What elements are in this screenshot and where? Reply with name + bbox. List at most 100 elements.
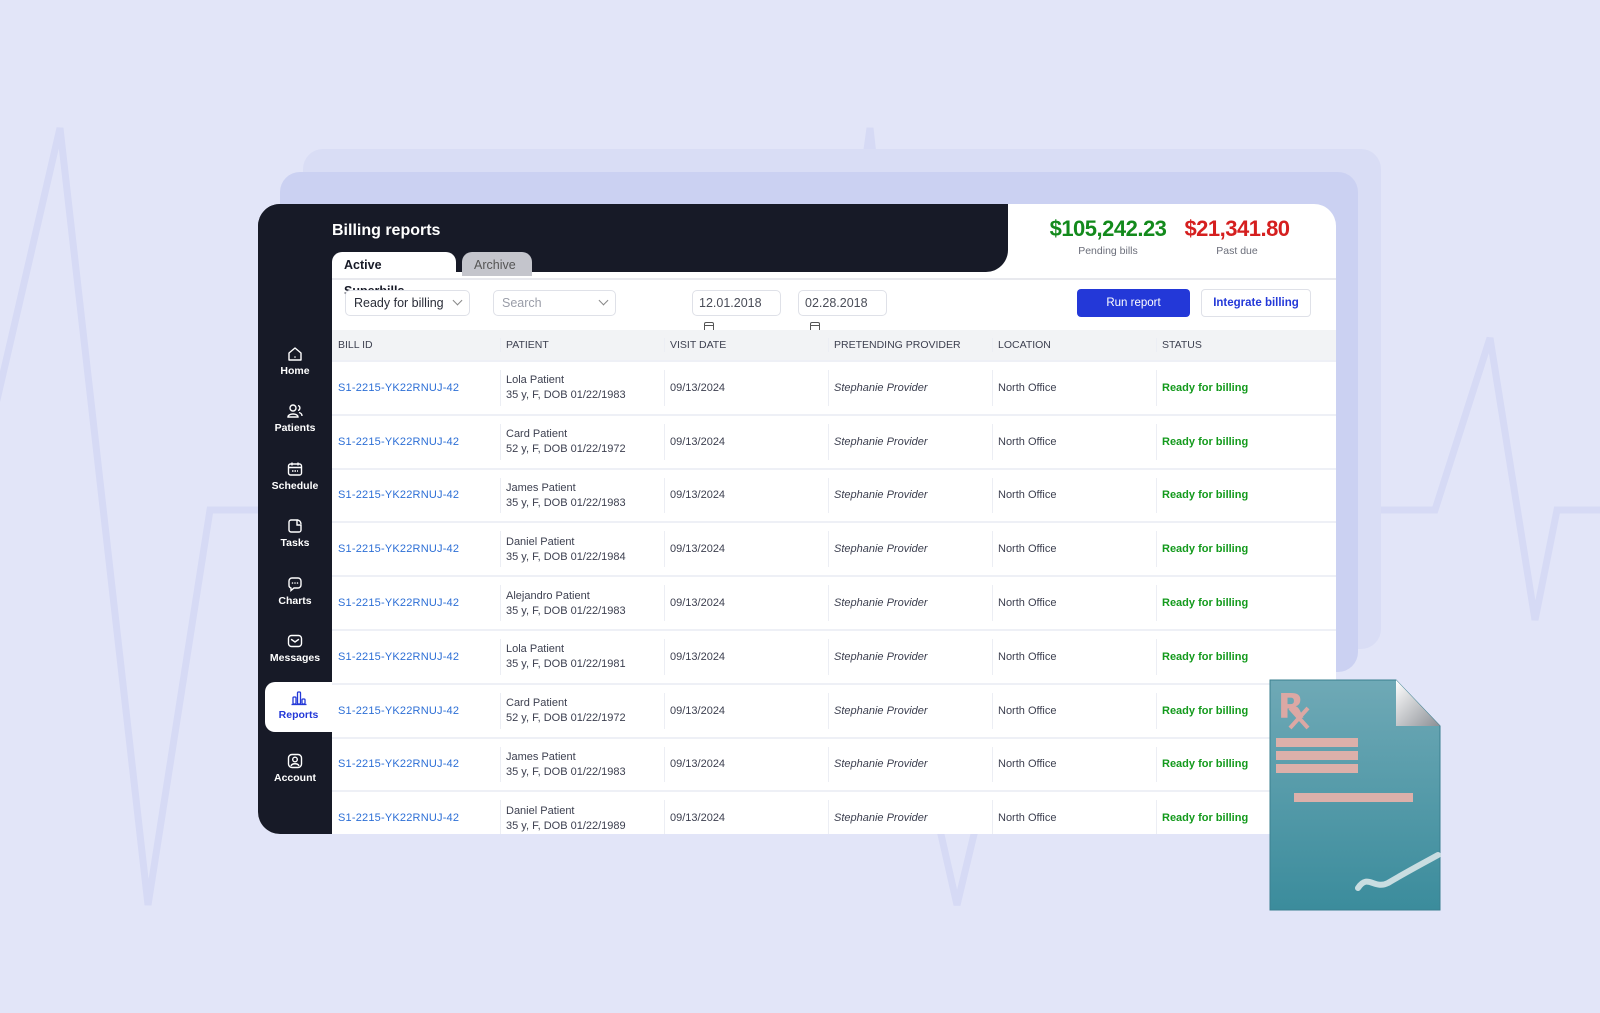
chat-icon <box>288 577 302 592</box>
sidebar-item-reports[interactable]: Reports <box>265 682 332 732</box>
search-select[interactable]: Search <box>493 290 616 316</box>
cell-bill-id: S1-2215-YK22RNUJ-42 <box>332 792 500 834</box>
cell-status: Ready for billing <box>1156 362 1336 414</box>
bill-id-link[interactable]: S1-2215-YK22RNUJ-42 <box>338 705 500 717</box>
sidebar-item-label: Schedule <box>271 480 319 492</box>
status-filter-select[interactable]: Ready for billing <box>345 290 470 316</box>
cell-patient: Daniel Patient 35 y, F, DOB 01/22/1989 <box>500 792 664 834</box>
column-header-location[interactable]: LOCATION <box>992 330 1156 360</box>
cell-patient: James Patient 35 y, F, DOB 01/22/1983 <box>500 739 664 791</box>
column-header-status[interactable]: STATUS <box>1156 330 1336 360</box>
cell-patient: Lola Patient 35 y, F, DOB 01/22/1983 <box>500 362 664 414</box>
patient-name: Card Patient <box>506 428 568 441</box>
cell-location: North Office <box>992 685 1156 737</box>
column-header-patient[interactable]: PATIENT <box>500 330 664 360</box>
bill-id-link[interactable]: S1-2215-YK22RNUJ-42 <box>338 436 500 448</box>
cell-patient: Lola Patient 35 y, F, DOB 01/22/1981 <box>500 631 664 683</box>
patient-meta: 35 y, F, DOB 01/22/1983 <box>506 604 626 617</box>
status-badge: Ready for billing <box>1162 597 1249 610</box>
cell-patient: Card Patient 52 y, F, DOB 01/22/1972 <box>500 685 664 737</box>
sidebar-item-home[interactable]: Home <box>258 345 332 401</box>
status-filter-value: Ready for billing <box>354 296 444 310</box>
patient-meta: 35 y, F, DOB 01/22/1984 <box>506 550 626 563</box>
status-badge: Ready for billing <box>1162 381 1249 394</box>
run-report-button[interactable]: Run report <box>1077 289 1190 317</box>
prescription-document-illustration: R <box>1269 679 1441 911</box>
date-from-value: 12.01.2018 <box>699 296 762 310</box>
date-to-input[interactable]: 02.28.2018 <box>798 290 887 332</box>
bill-id-link[interactable]: S1-2215-YK22RNUJ-42 <box>338 651 500 663</box>
cell-location: North Office <box>992 416 1156 468</box>
patient-name: Daniel Patient <box>506 804 575 817</box>
tab-active-superbills[interactable]: Active Superbills <box>332 252 456 298</box>
cell-bill-id: S1-2215-YK22RNUJ-42 <box>332 739 500 791</box>
patient-name: Lola Patient <box>506 374 565 387</box>
status-badge: Ready for billing <box>1162 543 1249 556</box>
patient-name: Alejandro Patient <box>506 589 590 602</box>
search-placeholder: Search <box>502 296 542 310</box>
cell-location: North Office <box>992 631 1156 683</box>
cell-patient: Alejandro Patient 35 y, F, DOB 01/22/198… <box>500 577 664 629</box>
home-icon <box>288 347 302 361</box>
cell-status: Ready for billing <box>1156 631 1336 683</box>
cell-location: North Office <box>992 362 1156 414</box>
table-row[interactable]: S1-2215-YK22RNUJ-42 Lola Patient 35 y, F… <box>332 360 1336 414</box>
table-row[interactable]: S1-2215-YK22RNUJ-42 Lola Patient 35 y, F… <box>332 628 1336 683</box>
sidebar-item-patients[interactable]: Patients <box>258 402 332 458</box>
sidebar-item-label: Account <box>274 772 316 784</box>
sidebar-item-label: Reports <box>278 709 319 721</box>
kpi-pending-bills: $105,242.23 Pending bills <box>1038 216 1178 257</box>
cell-location: North Office <box>992 792 1156 834</box>
table-row[interactable]: S1-2215-YK22RNUJ-42 Daniel Patient 35 y,… <box>332 521 1336 576</box>
cell-provider: Stephanie Provider <box>828 470 992 522</box>
bill-id-link[interactable]: S1-2215-YK22RNUJ-42 <box>338 758 500 770</box>
patient-meta: 35 y, F, DOB 01/22/1983 <box>506 389 626 402</box>
integrate-billing-button[interactable]: Integrate billing <box>1201 289 1311 317</box>
sidebar-item-tasks[interactable]: Tasks <box>258 517 332 573</box>
patient-name: Card Patient <box>506 697 568 710</box>
table-row[interactable]: S1-2215-YK22RNUJ-42 Daniel Patient 35 y,… <box>332 790 1336 834</box>
sidebar-item-schedule[interactable]: Schedule <box>258 460 332 516</box>
patient-name: Lola Patient <box>506 643 565 656</box>
table-row[interactable]: S1-2215-YK22RNUJ-42 Card Patient 52 y, F… <box>332 413 1336 468</box>
billing-app-window: Billing reports Active Superbills Archiv… <box>258 204 1336 834</box>
cell-patient: Card Patient 52 y, F, DOB 01/22/1972 <box>500 416 664 468</box>
patient-name: Daniel Patient <box>506 535 575 548</box>
table-row[interactable]: S1-2215-YK22RNUJ-42 Alejandro Patient 35… <box>332 575 1336 629</box>
sidebar-item-messages[interactable]: Messages <box>258 632 332 688</box>
sidebar-item-charts[interactable]: Charts <box>258 575 332 631</box>
table-body: S1-2215-YK22RNUJ-42 Lola Patient 35 y, F… <box>332 360 1336 834</box>
cell-visit-date: 09/13/2024 <box>664 362 828 414</box>
sidebar-item-label: Tasks <box>280 537 310 549</box>
patient-name: James Patient <box>506 750 576 763</box>
cell-bill-id: S1-2215-YK22RNUJ-42 <box>332 631 500 683</box>
tab-archive[interactable]: Archive <box>462 252 532 276</box>
table-row[interactable]: S1-2215-YK22RNUJ-42 James Patient 35 y, … <box>332 467 1336 522</box>
tasks-icon <box>288 519 302 533</box>
account-icon <box>287 753 303 769</box>
column-header-visit-date[interactable]: VISIT DATE <box>664 330 828 360</box>
date-from-input[interactable]: 12.01.2018 <box>692 290 781 332</box>
cell-visit-date: 09/13/2024 <box>664 523 828 575</box>
chevron-down-icon <box>452 295 463 306</box>
bill-id-link[interactable]: S1-2215-YK22RNUJ-42 <box>338 382 500 394</box>
status-badge: Ready for billing <box>1162 650 1249 663</box>
bill-id-link[interactable]: S1-2215-YK22RNUJ-42 <box>338 489 500 501</box>
kpi-pending-label: Pending bills <box>1078 245 1138 257</box>
column-header-bill-id[interactable]: BILL ID <box>332 330 500 360</box>
bill-id-link[interactable]: S1-2215-YK22RNUJ-42 <box>338 597 500 609</box>
sidebar-item-account[interactable]: Account <box>258 752 332 808</box>
bill-id-link[interactable]: S1-2215-YK22RNUJ-42 <box>338 812 500 824</box>
table-header: BILL ID PATIENT VISIT DATE PRETENDING PR… <box>332 330 1336 360</box>
patient-meta: 52 y, F, DOB 01/22/1972 <box>506 712 626 725</box>
kpi-past-due: $21,341.80 Past due <box>1176 216 1298 257</box>
cell-status: Ready for billing <box>1156 577 1336 629</box>
patient-meta: 35 y, F, DOB 01/22/1981 <box>506 658 626 671</box>
sidebar-item-label: Patients <box>274 422 316 434</box>
column-header-provider[interactable]: PRETENDING PROVIDER <box>828 330 992 360</box>
table-row[interactable]: S1-2215-YK22RNUJ-42 James Patient 35 y, … <box>332 736 1336 791</box>
sidebar-item-label: Home <box>280 365 310 377</box>
table-row[interactable]: S1-2215-YK22RNUJ-42 Card Patient 52 y, F… <box>332 682 1336 737</box>
bill-id-link[interactable]: S1-2215-YK22RNUJ-42 <box>338 543 500 555</box>
bar-chart-icon <box>291 691 306 706</box>
